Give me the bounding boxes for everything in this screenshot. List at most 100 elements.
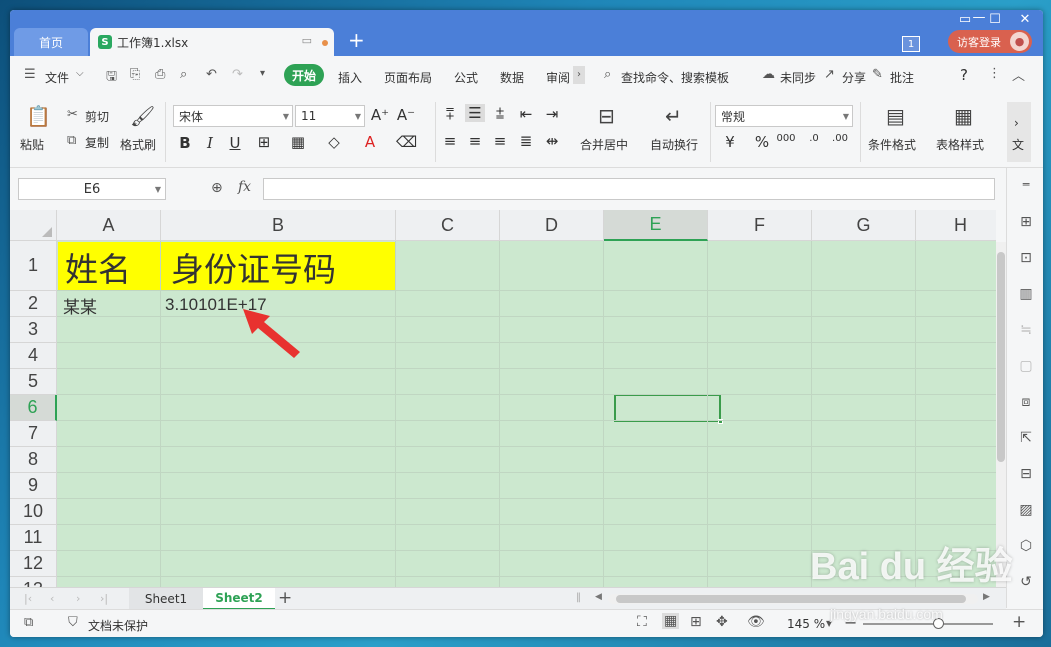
percent-icon[interactable]: % xyxy=(752,133,772,151)
cell-A2[interactable]: 某某 xyxy=(63,292,97,318)
row-header-13[interactable]: 13 xyxy=(10,577,57,587)
cell-style-icon[interactable]: ▦ xyxy=(288,133,308,151)
redo-icon[interactable]: ↷ xyxy=(232,67,243,82)
new-tab-button[interactable]: + xyxy=(348,30,365,50)
table-style-icon[interactable]: ▦ xyxy=(954,104,973,128)
align-right-icon[interactable]: ≡ xyxy=(490,132,510,150)
row-header-6[interactable]: 6 xyxy=(10,395,57,421)
tab-workbook[interactable]: S 工作簿1.xlsx ▭ xyxy=(90,28,334,56)
print-preview-icon[interactable]: ⌕ xyxy=(180,67,187,82)
add-sheet-button[interactable]: + xyxy=(278,588,292,608)
row-header-10[interactable]: 10 xyxy=(10,499,57,525)
row-header-1[interactable]: 1 xyxy=(10,241,57,291)
history-icon[interactable]: ↺ xyxy=(1016,574,1036,590)
column-header-D[interactable]: D xyxy=(500,210,604,241)
help-button[interactable]: ? xyxy=(960,66,968,84)
menu-data[interactable]: 数据 xyxy=(500,69,524,86)
indent-increase-icon[interactable]: ⇥ xyxy=(542,105,562,123)
monitor-icon[interactable]: ▭ xyxy=(302,34,312,47)
login-button[interactable]: 访客登录 ● xyxy=(948,30,1032,53)
cut-label[interactable]: 剪切 xyxy=(85,108,109,125)
collapse-ribbon-icon[interactable]: ︿ xyxy=(1012,65,1025,84)
window-count-badge[interactable]: 1 xyxy=(902,36,920,52)
filter-icon[interactable]: ≒ xyxy=(1016,322,1036,338)
align-bottom-icon[interactable]: ⩲ xyxy=(490,105,510,123)
row-header-2[interactable]: 2 xyxy=(10,291,57,317)
scroll-left-icon[interactable]: ◀ xyxy=(595,592,602,602)
decrease-font-icon[interactable]: A⁻ xyxy=(396,106,416,124)
merge-center-label[interactable]: 合并居中 xyxy=(580,136,628,153)
row-header-8[interactable]: 8 xyxy=(10,447,57,473)
image-search-icon[interactable]: ⧈ xyxy=(1016,394,1036,410)
export-icon[interactable]: ⎘ xyxy=(130,67,140,82)
bold-button[interactable]: B xyxy=(175,134,195,152)
row-header-9[interactable]: 9 xyxy=(10,473,57,499)
normal-view-icon[interactable]: ▦ xyxy=(662,613,680,629)
copy-label[interactable]: 复制 xyxy=(85,134,109,151)
menu-share[interactable]: 分享 xyxy=(842,69,866,86)
next-sheet-icon[interactable]: › xyxy=(76,592,80,605)
command-search[interactable]: 查找命令、搜索模板 xyxy=(621,69,729,86)
cell-A1[interactable]: 姓名 xyxy=(65,242,131,291)
border-icon[interactable]: ⊞ xyxy=(254,133,274,151)
underline-button[interactable]: U xyxy=(225,134,245,152)
row-header-7[interactable]: 7 xyxy=(10,421,57,447)
first-sheet-icon[interactable]: |‹ xyxy=(24,592,32,605)
zoom-in-button[interactable]: + xyxy=(1012,612,1026,632)
number-format-select[interactable]: 常规 ▼ xyxy=(715,105,853,127)
paste-label[interactable]: 粘贴 xyxy=(20,136,44,153)
currency-icon[interactable]: ¥ xyxy=(720,133,740,151)
picture-icon[interactable]: ▨ xyxy=(1016,502,1036,518)
column-header-A[interactable]: A xyxy=(57,210,161,241)
focus-mode-icon[interactable]: ⛶ xyxy=(637,614,647,630)
select-all-corner[interactable] xyxy=(10,210,57,241)
row-header-12[interactable]: 12 xyxy=(10,551,57,577)
vertical-scroll-thumb[interactable] xyxy=(997,252,1005,462)
decrease-decimal-icon[interactable]: .00 xyxy=(830,133,850,144)
customize-icon[interactable]: ▾ xyxy=(260,68,265,79)
thousands-icon[interactable]: 000 xyxy=(776,133,796,144)
align-left-icon[interactable]: ≡ xyxy=(440,132,460,150)
menu-layout[interactable]: 页面布局 xyxy=(384,69,432,86)
menu-review[interactable]: 审阅 xyxy=(546,69,570,86)
horizontal-scroll-thumb[interactable] xyxy=(616,595,966,603)
name-box[interactable]: E6 ▼ xyxy=(18,178,166,200)
column-header-E[interactable]: E xyxy=(604,210,708,241)
selected-cell-E6[interactable] xyxy=(614,394,723,424)
conditional-format-label[interactable]: 条件格式 xyxy=(868,136,916,153)
sidebar-collapse-icon[interactable]: ═ xyxy=(1016,178,1036,191)
clear-format-icon[interactable]: ⌫ xyxy=(396,133,417,151)
chevron-down-icon[interactable]: ⌵ xyxy=(76,68,84,79)
print-icon[interactable]: ⎙ xyxy=(155,67,165,82)
font-size-select[interactable]: 11 ▼ xyxy=(295,105,365,127)
protect-status[interactable]: 文档未保护 xyxy=(88,617,148,634)
read-mode-icon[interactable]: ✥ xyxy=(716,614,728,630)
wrap-text-icon[interactable]: ↵ xyxy=(665,104,682,128)
menu-sync[interactable]: 未同步 xyxy=(780,69,816,86)
more-tabs-icon[interactable]: › xyxy=(573,66,585,84)
italic-button[interactable]: I xyxy=(200,134,220,152)
apps-icon[interactable]: ⊡ xyxy=(1016,250,1036,266)
format-painter-icon[interactable]: 🖌 xyxy=(130,104,155,128)
column-header-G[interactable]: G xyxy=(812,210,916,241)
align-center-icon[interactable]: ≡ xyxy=(465,132,485,150)
fx-button[interactable]: fx xyxy=(238,179,251,195)
table-style-label[interactable]: 表格样式 xyxy=(936,136,984,153)
menu-formula[interactable]: 公式 xyxy=(454,69,478,86)
zoom-slider[interactable] xyxy=(863,623,993,625)
workspace-icon[interactable]: ⧉ xyxy=(24,615,33,630)
indent-decrease-icon[interactable]: ⇤ xyxy=(516,105,536,123)
ribbon-scroll-right[interactable]: 文 › xyxy=(1007,102,1031,162)
maximize-button[interactable]: ☐ xyxy=(984,12,1006,27)
fill-color-icon[interactable]: ◇ xyxy=(324,133,344,151)
column-header-H[interactable]: H xyxy=(916,210,996,241)
column-header-F[interactable]: F xyxy=(708,210,812,241)
row-header-3[interactable]: 3 xyxy=(10,317,57,343)
tab-home[interactable]: 首页 xyxy=(14,28,88,56)
more-options-icon[interactable]: ⋮ xyxy=(988,66,1001,81)
distribute-icon[interactable]: ⇹ xyxy=(542,132,562,150)
sheet-tab-1[interactable]: Sheet1 xyxy=(129,588,203,610)
save-icon[interactable]: 🖫 xyxy=(106,67,117,89)
cut-icon[interactable]: ✂ xyxy=(67,107,78,122)
note-icon[interactable]: ▢ xyxy=(1016,358,1036,374)
